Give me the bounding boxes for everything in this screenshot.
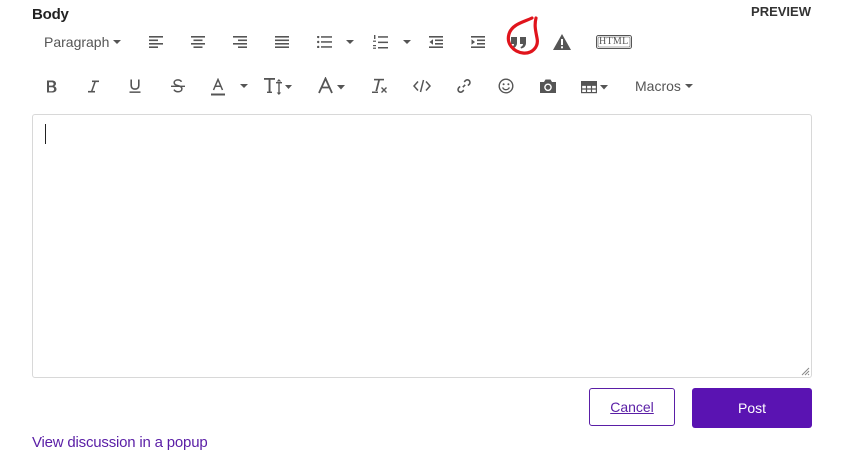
- font-family-button[interactable]: [318, 76, 348, 96]
- camera-icon: [540, 79, 556, 93]
- link-button[interactable]: [455, 77, 473, 95]
- emoji-icon: [498, 78, 514, 94]
- warning-button[interactable]: [552, 33, 571, 51]
- table-button[interactable]: [581, 78, 609, 95]
- chevron-down-icon: [684, 84, 693, 88]
- numbered-list-options-chevron-icon[interactable]: [403, 40, 411, 44]
- code-icon: [413, 79, 431, 93]
- cancel-button[interactable]: Cancel: [589, 388, 675, 426]
- resize-handle-icon[interactable]: [800, 366, 810, 376]
- align-justify-button[interactable]: [273, 34, 291, 50]
- font-size-button[interactable]: [264, 76, 294, 96]
- underline-icon: [129, 79, 141, 93]
- red-annotation-circle: [506, 16, 539, 55]
- table-icon: [581, 80, 608, 93]
- italic-icon: [87, 80, 99, 92]
- clear-formatting-button[interactable]: [371, 77, 389, 95]
- bold-button[interactable]: [43, 77, 59, 95]
- numbered-list-icon: [372, 34, 388, 49]
- align-justify-icon: [275, 36, 289, 48]
- code-button[interactable]: [412, 77, 432, 95]
- emoji-button[interactable]: [497, 77, 515, 95]
- link-icon: [457, 79, 471, 93]
- strikethrough-icon: [171, 79, 185, 93]
- bulleted-list-button[interactable]: [314, 34, 334, 50]
- html-source-label: HTML: [599, 36, 629, 47]
- underline-button[interactable]: [127, 77, 143, 95]
- font-size-icon: [264, 78, 292, 95]
- body-field-label: Body: [32, 6, 69, 23]
- post-button[interactable]: Post: [692, 388, 812, 428]
- align-left-icon: [149, 36, 163, 48]
- macros-label: Macros: [635, 78, 681, 94]
- warning-icon: [552, 34, 571, 50]
- view-discussion-popup-link[interactable]: View discussion in a popup: [32, 434, 208, 451]
- outdent-icon: [429, 36, 443, 48]
- numbered-list-button[interactable]: [370, 32, 390, 52]
- align-right-button[interactable]: [231, 34, 249, 50]
- camera-button[interactable]: [538, 77, 558, 95]
- text-color-button[interactable]: [209, 77, 227, 97]
- text-color-options-chevron-icon[interactable]: [240, 84, 248, 88]
- chevron-down-icon: [113, 40, 122, 44]
- italic-button[interactable]: [85, 77, 101, 95]
- preview-toggle[interactable]: PREVIEW: [751, 4, 811, 19]
- strikethrough-button[interactable]: [169, 77, 187, 95]
- bulleted-list-icon: [316, 36, 332, 48]
- clear-formatting-icon: [372, 78, 387, 93]
- bulleted-list-options-chevron-icon[interactable]: [346, 40, 354, 44]
- text-color-icon: [211, 78, 225, 96]
- bold-icon: [46, 80, 56, 92]
- align-center-button[interactable]: [189, 34, 207, 50]
- macros-dropdown[interactable]: Macros: [635, 77, 693, 95]
- font-family-icon: [318, 77, 345, 94]
- paragraph-format-dropdown[interactable]: Paragraph: [44, 33, 122, 51]
- align-right-icon: [233, 36, 247, 48]
- text-cursor: [45, 124, 46, 144]
- body-editor[interactable]: [32, 114, 812, 378]
- align-center-icon: [191, 36, 205, 48]
- paragraph-format-label: Paragraph: [44, 34, 110, 50]
- outdent-button[interactable]: [427, 34, 445, 50]
- indent-button[interactable]: [469, 34, 487, 50]
- align-left-button[interactable]: [147, 34, 165, 50]
- indent-icon: [471, 36, 485, 48]
